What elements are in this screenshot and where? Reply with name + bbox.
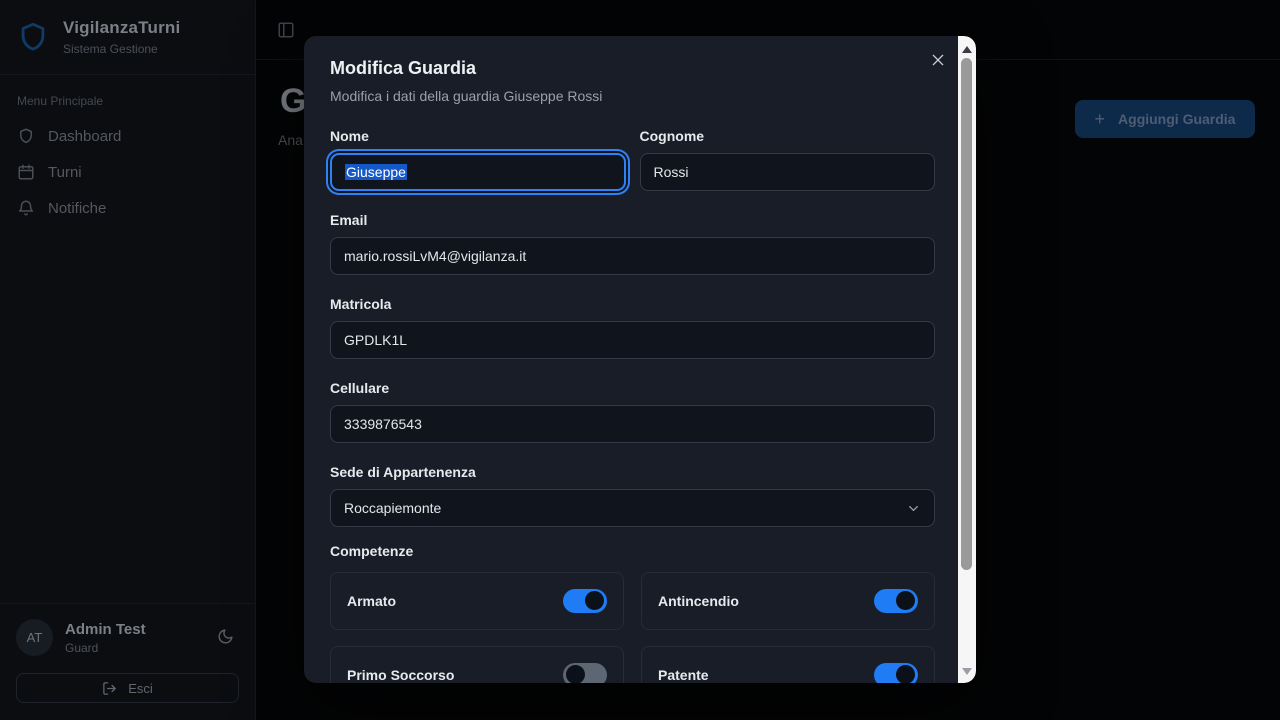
modal-title: Modifica Guardia <box>330 58 935 79</box>
competenza-card-patente: Patente <box>641 646 935 683</box>
sidebar-item-label: Turni <box>48 164 82 181</box>
competenze-label: Competenze <box>330 543 935 559</box>
logout-label: Esci <box>128 681 153 696</box>
sidebar-item-turni[interactable]: Turni <box>0 154 255 190</box>
sidebar-item-notifiche[interactable]: Notifiche <box>0 190 255 226</box>
sede-label: Sede di Appartenenza <box>330 464 935 480</box>
sidebar-item-label: Notifiche <box>48 200 106 217</box>
scrollbar-thumb[interactable] <box>961 58 972 570</box>
user-name: Admin Test <box>65 621 146 638</box>
moon-icon[interactable] <box>217 628 234 645</box>
patente-toggle[interactable] <box>874 663 918 683</box>
panel-left-icon[interactable] <box>277 21 295 39</box>
bell-icon <box>17 199 35 217</box>
competenza-label: Primo Soccorso <box>347 667 454 683</box>
edit-guard-modal: Modifica Guardia Modifica i dati della g… <box>304 36 976 683</box>
user-role: Guard <box>65 641 146 655</box>
armato-toggle[interactable] <box>563 589 607 613</box>
shield-logo-icon <box>16 20 50 54</box>
competenza-label: Armato <box>347 593 396 609</box>
sidebar-item-dashboard[interactable]: Dashboard <box>0 118 255 154</box>
scrollbar-down-arrow-icon[interactable] <box>962 668 972 675</box>
add-guard-label: Aggiungi Guardia <box>1118 111 1235 127</box>
cellulare-input[interactable] <box>330 405 935 443</box>
app-title: VigilanzaTurni <box>63 18 180 38</box>
competenza-card-primo-soccorso: Primo Soccorso <box>330 646 624 683</box>
plus-icon: + <box>1095 110 1106 128</box>
primo-soccorso-toggle[interactable] <box>563 663 607 683</box>
competenza-card-armato: Armato <box>330 572 624 630</box>
nome-label: Nome <box>330 128 626 144</box>
chevron-down-icon <box>906 501 921 516</box>
app-subtitle: Sistema Gestione <box>63 42 180 56</box>
cognome-label: Cognome <box>640 128 936 144</box>
modal-content: Modifica Guardia Modifica i dati della g… <box>304 36 958 683</box>
toggle-knob <box>585 591 604 610</box>
nome-input[interactable]: Giuseppe <box>330 153 626 191</box>
competenza-label: Patente <box>658 667 709 683</box>
matricola-label: Matricola <box>330 296 935 312</box>
avatar: AT <box>16 619 53 656</box>
sede-select[interactable]: Roccapiemonte <box>330 489 935 527</box>
cognome-input[interactable] <box>640 153 936 191</box>
toggle-knob <box>566 665 585 683</box>
shield-icon <box>17 127 35 145</box>
nome-selected-text: Giuseppe <box>345 164 407 180</box>
page-subtitle: Ana <box>278 132 303 148</box>
email-input[interactable] <box>330 237 935 275</box>
competenze-grid: Armato Antincendio Primo Soccorso Patent… <box>330 572 935 683</box>
sidebar: VigilanzaTurni Sistema Gestione Menu Pri… <box>0 0 256 720</box>
logout-button[interactable]: Esci <box>16 673 239 703</box>
modal-subtitle: Modifica i dati della guardia Giuseppe R… <box>330 88 935 104</box>
calendar-icon <box>17 163 35 181</box>
page-title: G <box>280 82 306 121</box>
logout-icon <box>102 681 117 696</box>
user-row: AT Admin Test Guard <box>16 619 239 656</box>
scrollbar-up-arrow-icon[interactable] <box>962 46 972 53</box>
cellulare-label: Cellulare <box>330 380 935 396</box>
close-icon[interactable] <box>930 52 946 68</box>
toggle-knob <box>896 665 915 683</box>
sidebar-footer: AT Admin Test Guard Esci <box>0 603 255 720</box>
sede-selected-value: Roccapiemonte <box>344 500 441 516</box>
app-logo-row: VigilanzaTurni Sistema Gestione <box>0 0 255 75</box>
toggle-knob <box>896 591 915 610</box>
competenza-label: Antincendio <box>658 593 739 609</box>
sidebar-section-label: Menu Principale <box>17 94 238 108</box>
competenza-card-antincendio: Antincendio <box>641 572 935 630</box>
sidebar-item-label: Dashboard <box>48 128 121 145</box>
email-label: Email <box>330 212 935 228</box>
add-guard-button[interactable]: + Aggiungi Guardia <box>1075 100 1255 138</box>
antincendio-toggle[interactable] <box>874 589 918 613</box>
matricola-input[interactable] <box>330 321 935 359</box>
modal-scrollbar[interactable] <box>958 36 976 683</box>
